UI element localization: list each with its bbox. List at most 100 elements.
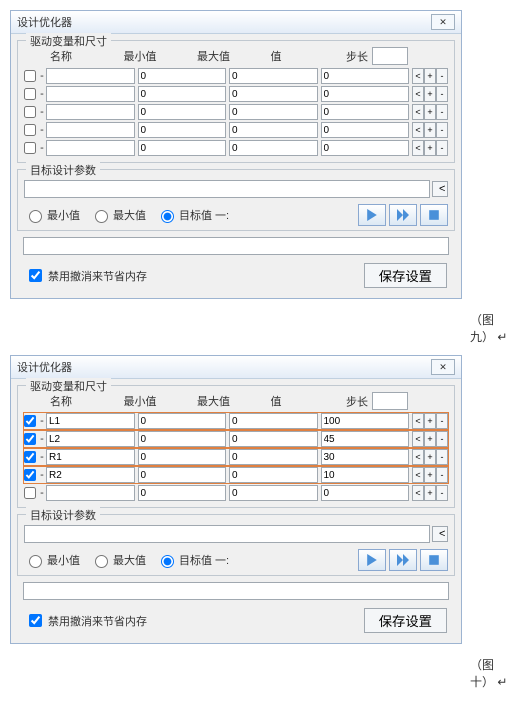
radio-target-label[interactable]: 目标值 一: <box>156 207 229 223</box>
value-input[interactable] <box>321 413 410 429</box>
row-enable-checkbox[interactable] <box>24 70 36 82</box>
step-lt-button[interactable]: < <box>412 122 424 138</box>
step-minus-button[interactable]: - <box>436 104 448 120</box>
stop-button[interactable] <box>420 549 448 571</box>
value-input[interactable] <box>321 86 410 102</box>
row-enable-checkbox[interactable] <box>24 469 36 481</box>
disable-undo-label[interactable]: 禁用撤消来节省内存 <box>25 611 147 630</box>
step-minus-button[interactable]: - <box>436 485 448 501</box>
min-input[interactable] <box>138 122 227 138</box>
value-input[interactable] <box>321 104 410 120</box>
row-enable-checkbox[interactable] <box>24 106 36 118</box>
name-input[interactable] <box>46 86 135 102</box>
radio-min[interactable] <box>29 210 42 223</box>
step-plus-button[interactable]: + <box>424 122 436 138</box>
min-input[interactable] <box>138 140 227 156</box>
name-input[interactable] <box>46 104 135 120</box>
radio-min-label[interactable]: 最小值 <box>24 552 80 568</box>
close-button[interactable]: ✕ <box>431 14 455 30</box>
radio-max[interactable] <box>95 555 108 568</box>
min-input[interactable] <box>138 104 227 120</box>
row-enable-checkbox[interactable] <box>24 415 36 427</box>
min-input[interactable] <box>138 431 227 447</box>
value-input[interactable] <box>321 140 410 156</box>
step-minus-button[interactable]: - <box>436 140 448 156</box>
step-minus-button[interactable]: - <box>436 449 448 465</box>
browse-button[interactable]: < <box>432 526 448 542</box>
value-input[interactable] <box>321 68 410 84</box>
max-input[interactable] <box>229 140 318 156</box>
disable-undo-label[interactable]: 禁用撤消来节省内存 <box>25 266 147 285</box>
name-input[interactable] <box>46 122 135 138</box>
value-input[interactable] <box>321 449 410 465</box>
skip-button[interactable] <box>389 204 417 226</box>
step-lt-button[interactable]: < <box>412 449 424 465</box>
max-input[interactable] <box>229 104 318 120</box>
max-input[interactable] <box>229 122 318 138</box>
max-input[interactable] <box>229 68 318 84</box>
save-button[interactable]: 保存设置 <box>364 263 447 288</box>
row-enable-checkbox[interactable] <box>24 487 36 499</box>
save-button[interactable]: 保存设置 <box>364 608 447 633</box>
step-plus-button[interactable]: + <box>424 485 436 501</box>
max-input[interactable] <box>229 413 318 429</box>
name-input[interactable] <box>46 140 135 156</box>
min-input[interactable] <box>138 413 227 429</box>
skip-button[interactable] <box>389 549 417 571</box>
step-plus-button[interactable]: + <box>424 413 436 429</box>
step-minus-button[interactable]: - <box>436 467 448 483</box>
radio-min[interactable] <box>29 555 42 568</box>
step-input[interactable] <box>372 47 408 65</box>
step-minus-button[interactable]: - <box>436 86 448 102</box>
play-button[interactable] <box>358 204 386 226</box>
browse-button[interactable]: < <box>432 181 448 197</box>
step-minus-button[interactable]: - <box>436 68 448 84</box>
name-input[interactable] <box>46 431 135 447</box>
step-plus-button[interactable]: + <box>424 86 436 102</box>
radio-target-label[interactable]: 目标值 一: <box>156 552 229 568</box>
play-button[interactable] <box>358 549 386 571</box>
step-lt-button[interactable]: < <box>412 485 424 501</box>
stop-button[interactable] <box>420 204 448 226</box>
min-input[interactable] <box>138 449 227 465</box>
step-plus-button[interactable]: + <box>424 449 436 465</box>
row-enable-checkbox[interactable] <box>24 124 36 136</box>
target-input[interactable] <box>24 525 430 543</box>
radio-max[interactable] <box>95 210 108 223</box>
close-button[interactable]: ✕ <box>431 359 455 375</box>
radio-target[interactable] <box>161 210 174 223</box>
target-input[interactable] <box>24 180 430 198</box>
step-lt-button[interactable]: < <box>412 467 424 483</box>
step-lt-button[interactable]: < <box>412 140 424 156</box>
name-input[interactable] <box>46 68 135 84</box>
name-input[interactable] <box>46 485 135 501</box>
radio-max-label[interactable]: 最大值 <box>90 207 146 223</box>
min-input[interactable] <box>138 467 227 483</box>
step-lt-button[interactable]: < <box>412 104 424 120</box>
row-enable-checkbox[interactable] <box>24 142 36 154</box>
radio-min-label[interactable]: 最小值 <box>24 207 80 223</box>
max-input[interactable] <box>229 86 318 102</box>
step-plus-button[interactable]: + <box>424 104 436 120</box>
step-minus-button[interactable]: - <box>436 431 448 447</box>
min-input[interactable] <box>138 68 227 84</box>
step-input[interactable] <box>372 392 408 410</box>
row-enable-checkbox[interactable] <box>24 451 36 463</box>
step-lt-button[interactable]: < <box>412 431 424 447</box>
row-enable-checkbox[interactable] <box>24 88 36 100</box>
max-input[interactable] <box>229 431 318 447</box>
step-lt-button[interactable]: < <box>412 86 424 102</box>
row-enable-checkbox[interactable] <box>24 433 36 445</box>
min-input[interactable] <box>138 485 227 501</box>
max-input[interactable] <box>229 485 318 501</box>
disable-undo-checkbox[interactable] <box>29 614 42 627</box>
value-input[interactable] <box>321 467 410 483</box>
step-plus-button[interactable]: + <box>424 431 436 447</box>
step-lt-button[interactable]: < <box>412 68 424 84</box>
radio-target[interactable] <box>161 555 174 568</box>
max-input[interactable] <box>229 467 318 483</box>
name-input[interactable] <box>46 449 135 465</box>
disable-undo-checkbox[interactable] <box>29 269 42 282</box>
min-input[interactable] <box>138 86 227 102</box>
step-plus-button[interactable]: + <box>424 467 436 483</box>
